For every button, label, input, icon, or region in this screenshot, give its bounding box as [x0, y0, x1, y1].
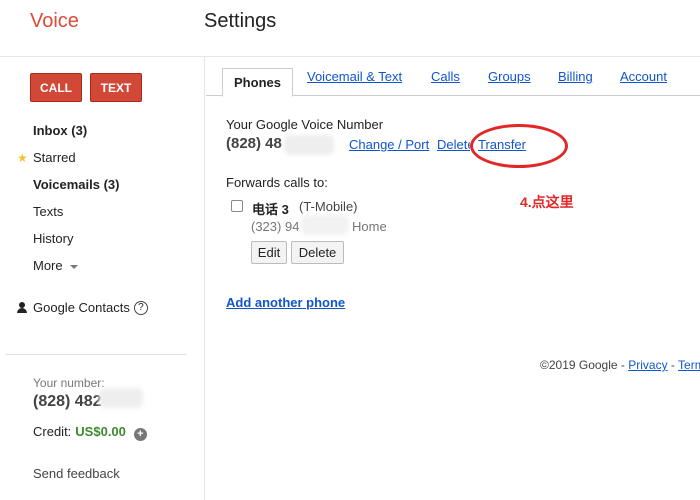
- sidebar-item-label: Starred: [33, 150, 76, 165]
- sidebar-nav: Inbox (3) ★ Starred Voicemails (3) Texts…: [17, 121, 193, 283]
- sidebar-item-inbox[interactable]: Inbox (3): [33, 121, 193, 148]
- star-icon: ★: [17, 151, 28, 165]
- your-number-label: Your number:: [33, 376, 105, 390]
- forward-phone-carrier: (T-Mobile): [299, 199, 358, 214]
- tab-groups[interactable]: Groups: [488, 69, 531, 84]
- top-bar: Voice Settings: [0, 0, 700, 57]
- your-number: (828) 482: [33, 393, 102, 410]
- credit-label: Credit:: [33, 424, 72, 439]
- forward-phone-type: Home: [352, 219, 387, 234]
- tab-account[interactable]: Account: [620, 69, 667, 84]
- annotation-label: 4.点这里: [520, 194, 574, 210]
- tab-billing[interactable]: Billing: [558, 69, 593, 84]
- redacted-blur: [99, 388, 143, 408]
- privacy-link[interactable]: Privacy: [628, 358, 667, 372]
- call-button[interactable]: CALL: [30, 73, 82, 102]
- credit-row: Credit: US$0.00 +: [33, 424, 147, 441]
- forward-phone-name: 电话 3: [252, 202, 289, 217]
- send-feedback-link[interactable]: Send feedback: [33, 466, 120, 481]
- help-icon[interactable]: ?: [133, 300, 148, 315]
- redacted-blur: [301, 215, 349, 235]
- footer-separator: -: [667, 358, 679, 372]
- page-title: Settings: [204, 10, 277, 32]
- voice-logo[interactable]: Voice: [30, 10, 79, 33]
- google-contacts-link[interactable]: Google Contacts ?: [17, 300, 148, 315]
- settings-tabs: Phones Voicemail & Text Calls Groups Bil…: [206, 57, 700, 97]
- sidebar-item-label: More: [33, 258, 63, 273]
- sidebar-item-voicemails[interactable]: Voicemails (3): [33, 175, 193, 202]
- tab-calls[interactable]: Calls: [431, 69, 460, 84]
- divider: [6, 354, 186, 355]
- person-icon: [17, 302, 27, 313]
- footer: ©2019 Google - Privacy - Terms: [540, 358, 700, 372]
- chevron-down-icon: [70, 264, 79, 269]
- sidebar-item-more[interactable]: More: [33, 256, 193, 283]
- tab-phones[interactable]: Phones: [222, 68, 293, 97]
- forward-phone-number: (323) 94: [251, 219, 300, 234]
- sidebar-item-texts[interactable]: Texts: [33, 202, 193, 229]
- gv-number: (828) 48: [226, 135, 282, 152]
- redacted-blur: [284, 135, 334, 155]
- copyright-text: ©2019 Google -: [540, 358, 629, 372]
- sidebar: CALL TEXT Inbox (3) ★ Starred Voicemails…: [0, 57, 205, 500]
- forwards-label: Forwards calls to:: [226, 175, 328, 190]
- sidebar-item-history[interactable]: History: [33, 229, 193, 256]
- tab-voicemail-text[interactable]: Voicemail & Text: [307, 69, 402, 84]
- add-another-phone-link[interactable]: Add another phone: [226, 295, 345, 310]
- gv-number-label: Your Google Voice Number: [226, 117, 384, 132]
- credit-amount: US$0.00: [75, 424, 126, 439]
- sidebar-item-starred[interactable]: ★ Starred: [17, 148, 193, 175]
- change-port-link[interactable]: Change / Port: [349, 137, 429, 152]
- highlight-circle: [470, 124, 568, 168]
- terms-link[interactable]: Terms: [678, 358, 700, 372]
- text-button[interactable]: TEXT: [90, 73, 142, 102]
- edit-phone-button[interactable]: Edit: [251, 241, 287, 264]
- google-contacts-label: Google Contacts: [33, 300, 130, 315]
- phones-panel: Your Google Voice Number (828) 48 Change…: [206, 97, 700, 500]
- delete-phone-button[interactable]: Delete: [291, 241, 344, 264]
- forward-phone-checkbox[interactable]: [231, 200, 243, 212]
- delete-number-link[interactable]: Delete: [437, 137, 470, 152]
- add-credit-icon[interactable]: +: [133, 427, 147, 441]
